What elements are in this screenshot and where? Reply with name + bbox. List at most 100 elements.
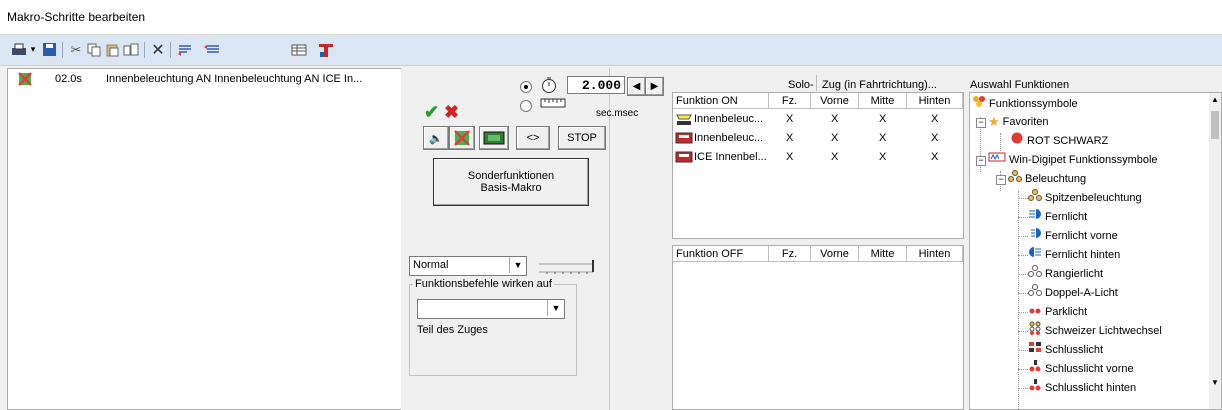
distance-mode-radio[interactable] [520,100,532,112]
step-time: 02.0s [55,73,82,85]
tree-node-beleuchtung[interactable]: Beleuchtung [1008,170,1086,188]
tree-node-win-digipet[interactable]: Win-Digipet Funktionssymbole [988,151,1158,169]
row-mitte: X [879,132,887,144]
table-row[interactable]: Innenbeleuc... X X X X [673,129,963,147]
function-tree[interactable]: ▲ ▼ Funktionssymbole − ★ Favoriten ROT S… [969,92,1222,410]
time-mode-radio[interactable] [520,81,532,93]
col-funktion-off[interactable]: Funktion OFF [673,246,769,262]
delete-icon[interactable]: ✕ [150,41,166,59]
list-item[interactable]: 02.0s Innenbeleuchtung AN Innenbeleuchtu… [8,72,388,88]
col-mitte[interactable]: Mitte [859,93,907,109]
time-unit-label: sec.msec [596,108,639,119]
collapse-icon[interactable]: − [976,156,986,166]
parklicht-icon [1028,302,1042,322]
function-off-table[interactable]: Funktion OFF Fz. Vorne Mitte Hinten [672,245,964,410]
copy-icon[interactable] [86,41,102,58]
tree-leaf[interactable]: Parklicht [1028,303,1087,321]
wdp-logo-icon [988,151,1006,169]
tree-leaf[interactable]: Schlusslicht hinten [1028,379,1136,397]
tree-leaf[interactable]: Doppel-A-Licht [1028,284,1118,302]
paste-icon[interactable] [104,41,120,58]
mode-select[interactable]: Normal ▼ [409,256,527,276]
row-vorne: X [831,132,839,144]
increase-time-button[interactable]: ▶ [645,77,664,96]
tree-label: Doppel-A-Licht [1045,287,1118,299]
table-row[interactable]: ICE Innenbel... X X X X [673,148,963,166]
function-symbols-icon [972,94,986,114]
row-hinten: X [931,151,939,163]
signal-button[interactable] [449,126,475,150]
tree-label: Funktionssymbole [989,98,1078,110]
col-mitte[interactable]: Mitte [859,246,907,262]
cut-icon[interactable]: ✂ [68,41,84,58]
collapse-icon[interactable]: − [996,175,1006,185]
speed-slider[interactable] [537,260,595,274]
tree-connector [1018,350,1028,351]
collapse-icon[interactable]: − [976,118,986,128]
tree-label: Schlusslicht hinten [1045,382,1137,394]
scroll-down-icon[interactable]: ▼ [1211,378,1219,387]
fernlicht-icon [1028,207,1042,227]
col-vorne[interactable]: Vorne [811,93,859,109]
tree-label: Schweizer Lichtwechsel [1045,325,1162,337]
time-value-field[interactable]: 2.000 [567,76,625,94]
tree-leaf[interactable]: Schlusslicht [1028,341,1103,359]
print-icon[interactable] [8,41,30,58]
sonder-label-1: Sonderfunktionen [467,170,555,182]
macro-step-list[interactable]: 02.0s Innenbeleuchtung AN Innenbeleuchtu… [7,68,402,410]
row-name: Innenbeleuc... [694,113,764,125]
coach-light-icon [675,150,693,167]
col-hinten[interactable]: Hinten [907,93,963,109]
col-hinten[interactable]: Hinten [907,246,963,262]
table-view-icon[interactable] [290,41,308,58]
insert-step-icon[interactable] [176,41,196,58]
tree-scrollbar[interactable]: ▲ ▼ [1209,93,1221,409]
signal-icon [454,130,470,146]
red-dot-icon [1010,131,1024,151]
col-funktion-on[interactable]: Funktion ON [673,93,769,109]
function-on-table[interactable]: Funktion ON Fz. Vorne Mitte Hinten Innen… [672,92,964,239]
tree-node-root[interactable]: Funktionssymbole [972,95,1078,113]
zug-target-select[interactable]: ▼ [417,299,565,319]
decoder-button[interactable] [479,126,509,150]
accept-check-icon[interactable]: ✔ [424,102,439,123]
sound-button[interactable]: 🔈 [423,126,449,150]
table-row[interactable]: Innenbeleuc... X X X X [673,110,963,128]
col-vorne[interactable]: Vorne [811,246,859,262]
tree-leaf[interactable]: Fernlicht vorne [1028,227,1118,245]
tree-label: ROT SCHWARZ [1027,135,1109,147]
save-icon[interactable] [40,41,58,58]
title-bar: Makro-Schritte bearbeiten [0,0,1222,35]
tree-label: Schlusslicht vorne [1045,363,1134,375]
tree-node-favoriten[interactable]: ★ Favoriten [988,113,1049,131]
jump-button[interactable]: <> [516,126,550,150]
decrease-time-button[interactable]: ◀ [627,77,646,96]
scroll-up-icon[interactable]: ▲ [1211,95,1219,104]
fernlicht-vorne-icon [1028,226,1042,246]
tree-leaf[interactable]: Fernlicht hinten [1028,246,1120,264]
row-hinten: X [931,113,939,125]
col-fz[interactable]: Fz. [769,93,811,109]
stop-button[interactable]: STOP [558,126,606,150]
append-step-icon[interactable] [202,41,222,58]
tree-label: Win-Digipet Funktionssymbole [1009,154,1158,166]
tree-leaf[interactable]: Schweizer Lichtwechsel [1028,321,1162,340]
tree-leaf[interactable]: Fernlicht [1028,208,1087,226]
scroll-thumb[interactable] [1211,111,1219,139]
tree-label: Parklicht [1045,306,1088,318]
tree-leaf[interactable]: Rangierlicht [1028,265,1103,283]
mode-select-value: Normal [413,259,449,271]
paste-special-icon[interactable] [122,41,140,58]
tool-t-icon[interactable] [316,41,336,58]
col-fz[interactable]: Fz. [769,246,811,262]
tree-node-rot-schwarz[interactable]: ROT SCHWARZ [1010,132,1108,150]
tree-leaf[interactable]: Schlusslicht vorne [1028,360,1134,378]
tree-label: Rangierlicht [1045,268,1104,280]
speaker-icon: 🔈 [429,132,443,145]
dropdown-arrow-icon[interactable]: ▾ [28,41,38,58]
sonderfunktionen-button[interactable]: Sonderfunktionen Basis-Makro [433,158,589,206]
cancel-x-icon[interactable]: ✖ [444,102,459,123]
tree-leaf[interactable]: Spitzenbeleuchtung [1028,189,1142,207]
lights-icon [1008,169,1022,189]
row-mitte: X [879,151,887,163]
